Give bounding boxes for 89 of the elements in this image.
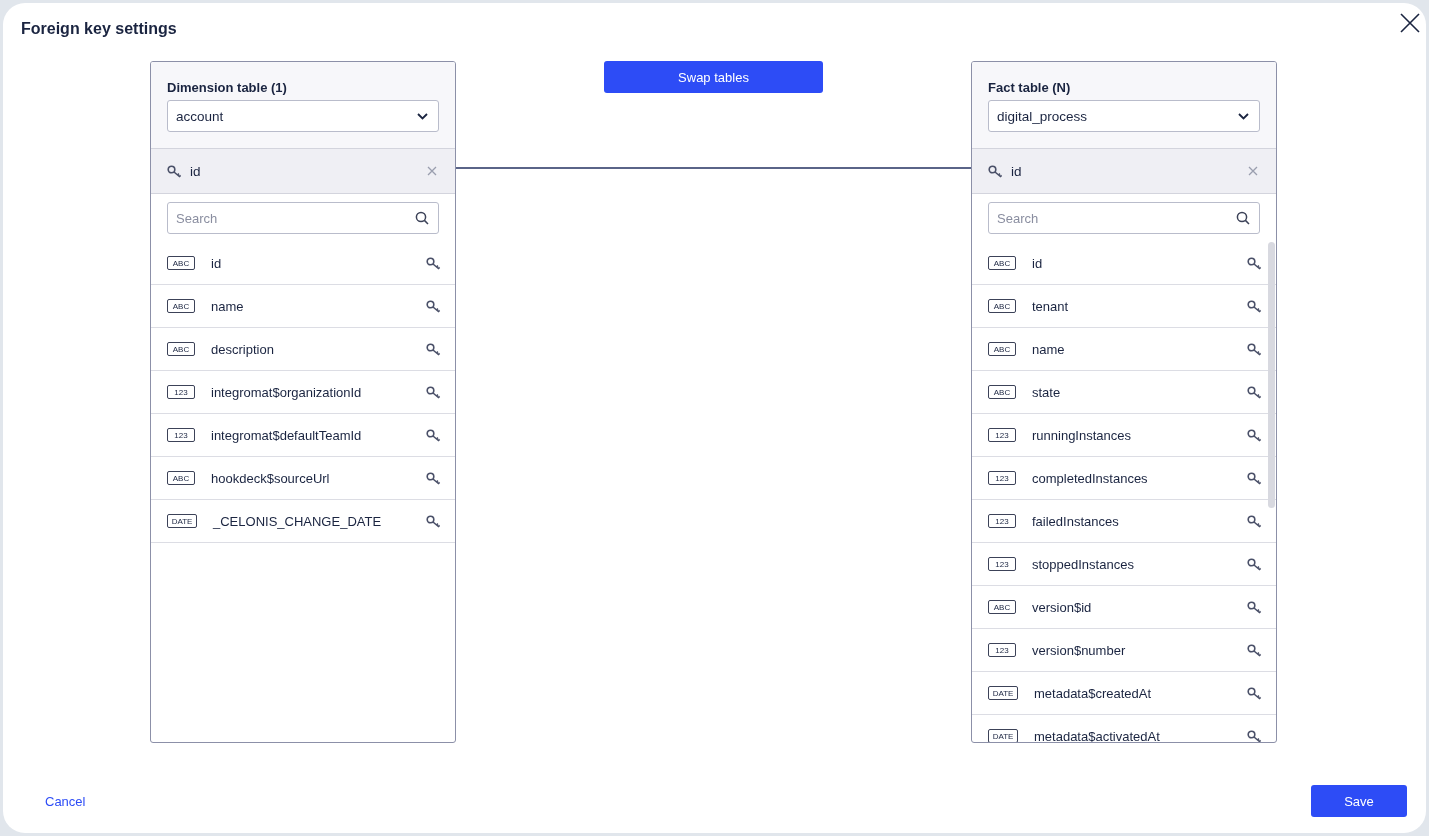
- table-label: Fact table (N): [988, 80, 1072, 95]
- column-name: tenant: [1032, 298, 1070, 314]
- cancel-button[interactable]: Cancel: [45, 793, 86, 809]
- key-icon[interactable]: [426, 471, 441, 485]
- table-select[interactable]: digital_process: [988, 100, 1260, 132]
- type-tag: DATE: [167, 514, 197, 528]
- column-name: metadata$createdAt: [1034, 685, 1153, 701]
- chevron-down-icon: [1238, 112, 1249, 120]
- save-button[interactable]: Save: [1311, 785, 1407, 817]
- column-name: metadata$activatedAt: [1034, 728, 1161, 742]
- type-tag: 123: [988, 471, 1016, 485]
- key-icon: [167, 164, 182, 178]
- search-icon: [415, 211, 429, 225]
- column-row[interactable]: 123 version$number: [972, 629, 1276, 672]
- key-icon[interactable]: [1247, 342, 1262, 356]
- search-field[interactable]: Search: [988, 202, 1260, 234]
- column-row[interactable]: 123 stoppedInstances: [972, 543, 1276, 586]
- type-tag: ABC: [988, 342, 1016, 356]
- key-icon[interactable]: [1247, 686, 1262, 700]
- table-select[interactable]: account: [167, 100, 439, 132]
- key-icon[interactable]: [1247, 643, 1262, 657]
- key-icon[interactable]: [426, 299, 441, 313]
- type-tag: ABC: [988, 385, 1016, 399]
- column-row[interactable]: 123 integromat$organizationId: [151, 371, 455, 414]
- column-name: description: [211, 341, 275, 357]
- column-name: _CELONIS_CHANGE_DATE: [213, 513, 383, 529]
- type-tag: ABC: [988, 600, 1016, 614]
- column-row[interactable]: DATE _CELONIS_CHANGE_DATE: [151, 500, 455, 543]
- key-icon[interactable]: [1247, 256, 1262, 270]
- type-tag: ABC: [167, 342, 195, 356]
- column-row[interactable]: ABC hookdeck$sourceUrl: [151, 457, 455, 500]
- type-tag: ABC: [167, 471, 195, 485]
- column-name: version$id: [1032, 599, 1093, 615]
- table-label: Dimension table (1): [167, 80, 288, 95]
- column-name: stoppedInstances: [1032, 556, 1135, 572]
- key-icon[interactable]: [426, 428, 441, 442]
- chevron-down-icon: [417, 112, 428, 120]
- type-tag: ABC: [167, 256, 195, 270]
- column-row[interactable]: DATE metadata$activatedAt: [972, 715, 1276, 742]
- column-name: integromat$organizationId: [211, 384, 363, 400]
- selected-key-name: id: [190, 163, 202, 179]
- type-tag: DATE: [988, 729, 1018, 742]
- column-name: id: [211, 255, 223, 271]
- column-row[interactable]: ABC version$id: [972, 586, 1276, 629]
- column-row[interactable]: ABC id: [151, 242, 455, 285]
- type-tag: 123: [988, 428, 1016, 442]
- column-row[interactable]: DATE metadata$createdAt: [972, 672, 1276, 715]
- type-tag: 123: [988, 557, 1016, 571]
- column-name: completedInstances: [1032, 470, 1149, 486]
- type-tag: DATE: [988, 686, 1018, 700]
- search-icon: [1236, 211, 1250, 225]
- type-tag: 123: [167, 385, 195, 399]
- key-icon[interactable]: [1247, 471, 1262, 485]
- column-name: hookdeck$sourceUrl: [211, 470, 331, 486]
- search-field[interactable]: Search: [167, 202, 439, 234]
- column-name: runningInstances: [1032, 427, 1132, 443]
- column-row[interactable]: 123 integromat$defaultTeamId: [151, 414, 455, 457]
- column-name: version$number: [1032, 642, 1127, 658]
- key-icon[interactable]: [1247, 385, 1262, 399]
- type-tag: ABC: [988, 256, 1016, 270]
- key-icon[interactable]: [426, 342, 441, 356]
- column-name: name: [1032, 341, 1066, 357]
- selected-key-name: id: [1011, 163, 1023, 179]
- column-name: state: [1032, 384, 1062, 400]
- key-icon[interactable]: [1247, 557, 1262, 571]
- type-tag: ABC: [988, 299, 1016, 313]
- key-icon[interactable]: [1247, 600, 1262, 614]
- column-name: id: [1032, 255, 1044, 271]
- column-row[interactable]: ABC name: [151, 285, 455, 328]
- column-name: name: [211, 298, 245, 314]
- column-row[interactable]: ABC description: [151, 328, 455, 371]
- column-name: failedInstances: [1032, 513, 1120, 529]
- type-tag: 123: [167, 428, 195, 442]
- column-name: integromat$defaultTeamId: [211, 427, 363, 443]
- type-tag: 123: [988, 643, 1016, 657]
- key-icon[interactable]: [426, 256, 441, 270]
- key-icon[interactable]: [1247, 729, 1262, 742]
- scrollbar-thumb[interactable]: [1268, 242, 1275, 508]
- dialog-title: Foreign key settings: [21, 19, 177, 39]
- swap-tables-button[interactable]: Swap tables: [604, 61, 823, 93]
- key-icon[interactable]: [1247, 299, 1262, 313]
- type-tag: 123: [988, 514, 1016, 528]
- key-icon[interactable]: [1247, 514, 1262, 528]
- type-tag: ABC: [167, 299, 195, 313]
- close-icon[interactable]: [1400, 13, 1420, 33]
- key-icon: [988, 164, 1003, 178]
- key-icon[interactable]: [426, 514, 441, 528]
- key-icon[interactable]: [426, 385, 441, 399]
- key-icon[interactable]: [1247, 428, 1262, 442]
